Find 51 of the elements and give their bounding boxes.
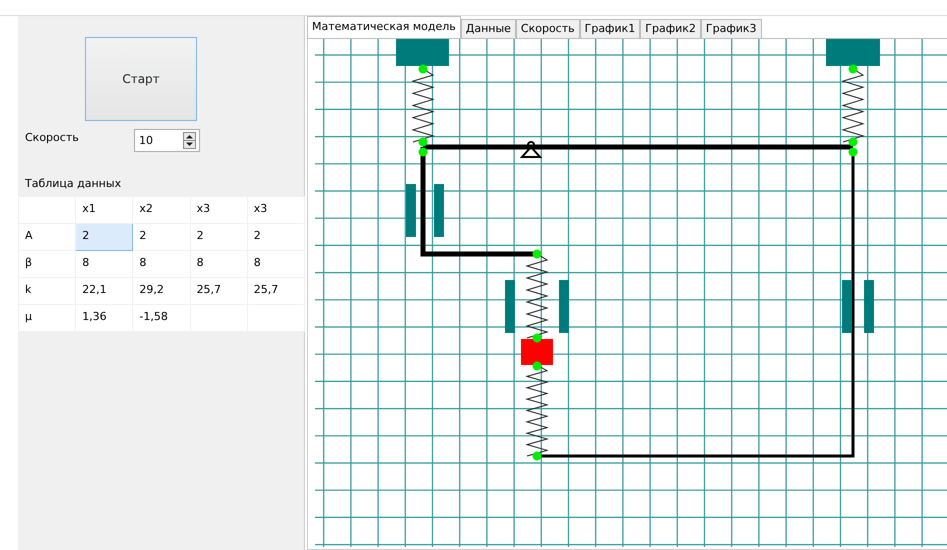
row-header: k [18, 277, 76, 304]
table-cell[interactable]: 8 [76, 250, 133, 277]
tab[interactable]: Скорость [516, 19, 580, 38]
pivot-icon [520, 141, 542, 158]
table-cell[interactable]: 25,7 [247, 277, 304, 304]
start-button[interactable]: Старт [85, 37, 197, 121]
tab[interactable]: Математическая модель [307, 16, 461, 38]
column-header: x2 [132, 196, 190, 223]
mass-block [521, 339, 553, 365]
table-cell[interactable]: 2 [190, 223, 248, 250]
table-cell[interactable]: 2 [76, 223, 133, 250]
joint-dot [848, 64, 858, 74]
mount-block [396, 39, 449, 66]
table-cell[interactable]: 1,36 [76, 304, 133, 331]
tab[interactable]: График2 [640, 19, 701, 38]
table-title: Таблица данных [25, 176, 122, 192]
spin-arrows-icon[interactable] [183, 132, 196, 149]
speed-label: Скорость [25, 130, 80, 146]
table-cell[interactable]: 29,2 [132, 277, 190, 304]
tab[interactable]: График3 [700, 19, 762, 38]
mount-block [826, 39, 880, 66]
table-cell[interactable]: -1,58 [132, 304, 190, 331]
column-header: x3 [247, 196, 304, 223]
table-cell[interactable]: 25,7 [190, 277, 248, 304]
joint-dot [532, 362, 542, 370]
column-header: x1 [76, 196, 133, 223]
table-cell[interactable]: 8 [247, 250, 304, 277]
tab[interactable]: Данные [460, 19, 516, 38]
damper-plate [842, 280, 852, 333]
joint-dot [532, 452, 542, 460]
joint-dot [532, 250, 542, 258]
damper-plate [505, 280, 515, 333]
row-header: β [18, 250, 76, 277]
tab[interactable]: График1 [580, 19, 640, 38]
damper-plate [559, 280, 569, 333]
joint-dot [532, 334, 542, 342]
table-cell[interactable]: 8 [132, 250, 190, 277]
column-header: x3 [190, 196, 248, 223]
joint-dot [418, 138, 428, 146]
table-cell[interactable]: 22,1 [76, 277, 133, 304]
table-cell[interactable]: 8 [190, 250, 248, 277]
table-cell[interactable]: 2 [247, 223, 304, 250]
joint-dot [418, 64, 428, 74]
damper-plate [406, 184, 416, 237]
joint-dot [848, 148, 858, 156]
joint-dot [418, 148, 428, 156]
damper-plate [864, 280, 874, 333]
table-cell[interactable]: 2 [132, 223, 190, 250]
joint-dot [848, 138, 858, 146]
row-header: μ [18, 304, 76, 331]
damper-plate [434, 184, 444, 237]
